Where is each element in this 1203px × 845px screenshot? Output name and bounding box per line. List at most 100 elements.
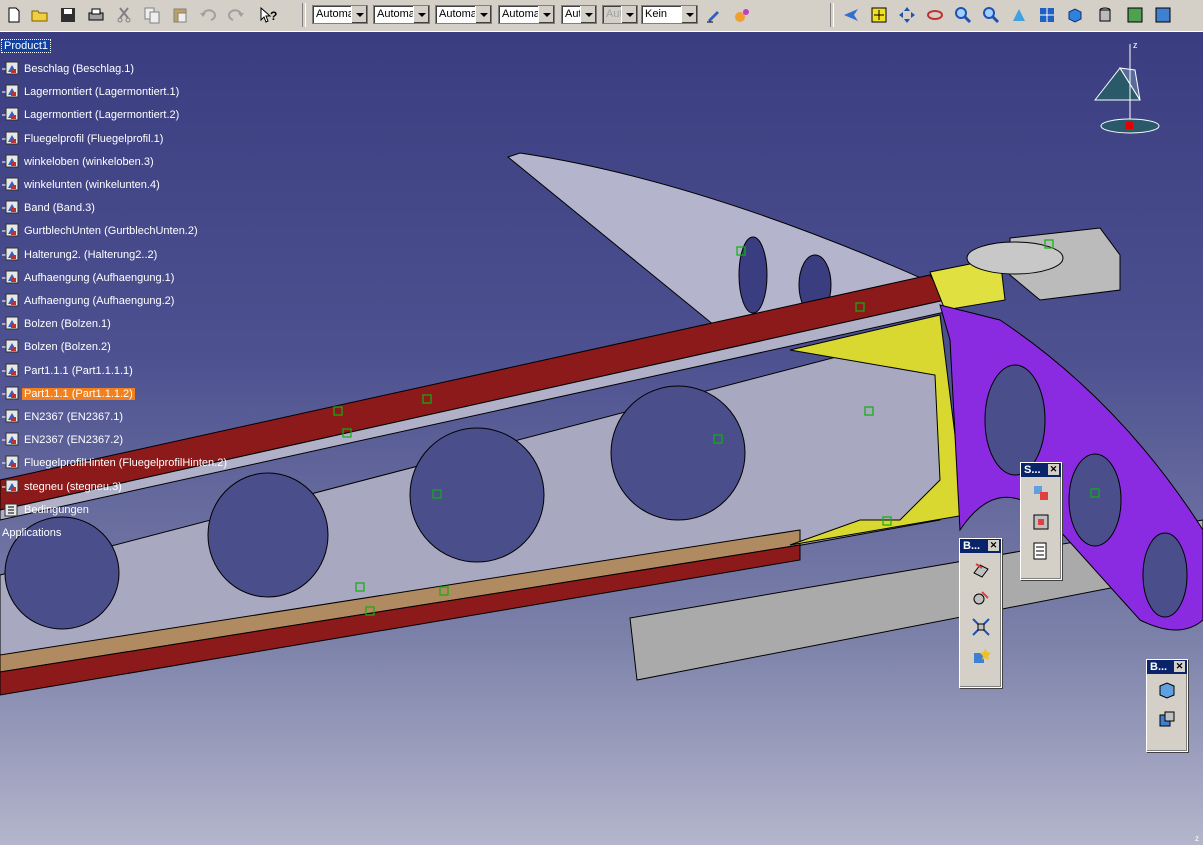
tree-node[interactable]: Lagermontiert (Lagermontiert.2) (2, 106, 181, 124)
palette-title[interactable]: B... ✕ (960, 539, 1001, 553)
close-icon[interactable]: ✕ (1174, 661, 1185, 672)
tree-node[interactable]: winkeloben (winkeloben.3) (2, 153, 156, 171)
fix-icon[interactable] (1028, 509, 1054, 535)
tree-node-label: GurtblechUnten (GurtblechUnten.2) (24, 225, 198, 238)
redo-icon[interactable] (225, 4, 247, 26)
properties-icon[interactable] (731, 4, 753, 26)
tree-node[interactable]: EN2367 (EN2367.2) (2, 431, 125, 449)
rotate-icon[interactable] (924, 4, 946, 26)
tree-node[interactable]: winkelunten (winkelunten.4) (2, 176, 162, 194)
tree-node[interactable]: GurtblechUnten (GurtblechUnten.2) (2, 222, 200, 240)
tree-root[interactable]: Product1 (0, 37, 52, 55)
tree-node-label: Band (Band.3) (24, 202, 95, 215)
zoom-in-icon[interactable] (952, 4, 974, 26)
axis-indicator: z (1195, 834, 1199, 843)
toolbar-separator (830, 3, 834, 27)
constraint-icon[interactable] (1028, 480, 1054, 506)
tree-node-label: Part1.1.1 (Part1.1.1.1) (24, 364, 133, 377)
tree-node[interactable]: Halterung2. (Halterung2..2) (2, 246, 159, 264)
tree-node-label: Fluegelprofil (Fluegelprofil.1) (24, 132, 164, 145)
chevron-down-icon[interactable] (351, 6, 367, 23)
linewidth-combo[interactable]: Automa (435, 5, 492, 24)
part-icon (2, 60, 20, 78)
part-icon (2, 199, 20, 217)
open-folder-icon[interactable] (29, 4, 51, 26)
chevron-down-icon (621, 6, 637, 23)
snap-icon[interactable] (968, 585, 994, 611)
3d-viewport[interactable]: z (0, 32, 1203, 845)
chevron-down-icon[interactable] (538, 6, 554, 23)
close-icon[interactable]: ✕ (988, 540, 999, 551)
zoom-out-icon[interactable] (980, 4, 1002, 26)
hide-show-icon[interactable] (1124, 4, 1146, 26)
toolbar-separator (302, 3, 306, 27)
chevron-down-icon[interactable] (413, 6, 429, 23)
tree-node[interactable]: Aufhaengung (Aufhaengung.1) (2, 269, 176, 287)
tree-node-label: winkeloben (winkeloben.3) (24, 155, 154, 168)
tree-node[interactable]: Part1.1.1 (Part1.1.1.1) (2, 362, 135, 380)
tree-node-label: Aufhaengung (Aufhaengung.1) (24, 271, 175, 284)
cut-icon[interactable] (113, 4, 135, 26)
part-icon (2, 246, 20, 264)
tree-node[interactable]: Bolzen (Bolzen.2) (2, 338, 113, 356)
close-icon[interactable]: ✕ (1048, 464, 1059, 475)
whats-this-icon[interactable]: ? (257, 4, 279, 26)
tree-node-label: Part1.1.1 (Part1.1.1.2) (22, 387, 135, 400)
tree-node[interactable]: EN2367 (EN2367.1) (2, 408, 125, 426)
tree-node-label: EN2367 (EN2367.1) (24, 411, 124, 423)
normal-view-icon[interactable] (1008, 4, 1030, 26)
pan-icon[interactable] (896, 4, 918, 26)
transparency-combo-value: Automa (377, 8, 415, 20)
painter-icon[interactable] (703, 4, 725, 26)
manipulate-icon[interactable] (968, 556, 994, 582)
undo-icon[interactable] (197, 4, 219, 26)
tree-node-label: FluegelprofilHinten (FluegelprofilHinten… (24, 457, 227, 470)
shading-icon[interactable] (1094, 4, 1116, 26)
tree-node-applications[interactable]: Applications (0, 524, 63, 542)
tree-node-constraints[interactable]: Bedingungen (2, 501, 91, 519)
tree-node[interactable]: Bolzen (Bolzen.1) (2, 315, 113, 333)
catalog-icon[interactable] (1028, 538, 1054, 564)
stop-manipulate-icon[interactable] (968, 643, 994, 669)
compass-icon[interactable]: z (1085, 40, 1165, 140)
explode-icon[interactable] (968, 614, 994, 640)
chevron-down-icon[interactable] (475, 6, 491, 23)
tree-node-label: Lagermontiert (Lagermontiert.1) (24, 86, 180, 99)
bom-icon[interactable] (1154, 677, 1180, 703)
print-icon[interactable] (85, 4, 107, 26)
new-file-icon[interactable] (3, 4, 25, 26)
point-combo[interactable]: Aut (561, 5, 597, 24)
part-icon (2, 338, 20, 356)
transparency-combo[interactable]: Automa (373, 5, 430, 24)
tree-node[interactable]: Beschlag (Beschlag.1) (2, 60, 136, 78)
assembly-model[interactable] (0, 32, 1203, 845)
part-icon (2, 454, 20, 472)
fly-mode-icon[interactable] (840, 4, 862, 26)
tree-node-label: stegneu (stegneu.3) (24, 480, 122, 493)
swap-space-icon[interactable] (1152, 4, 1174, 26)
fit-all-icon[interactable] (868, 4, 890, 26)
palette-title[interactable]: B... ✕ (1147, 660, 1187, 674)
chevron-down-icon[interactable] (580, 6, 596, 23)
layer-combo: Aut (602, 5, 638, 24)
paste-icon[interactable] (169, 4, 191, 26)
tree-node[interactable]: Band (Band.3) (2, 199, 97, 217)
tree-node[interactable]: Aufhaengung (Aufhaengung.2) (2, 292, 176, 310)
tree-node[interactable]: Fluegelprofil (Fluegelprofil.1) (2, 130, 165, 148)
chevron-down-icon[interactable] (681, 6, 697, 23)
save-icon[interactable] (57, 4, 79, 26)
svg-text:?: ? (270, 9, 277, 23)
copy-icon[interactable] (141, 4, 163, 26)
scene-icon[interactable] (1154, 706, 1180, 732)
tree-node[interactable]: FluegelprofilHinten (FluegelprofilHinten… (2, 454, 229, 472)
palette-title[interactable]: S... ✕ (1021, 463, 1061, 477)
part-icon (2, 222, 20, 240)
iso-view-icon[interactable] (1064, 4, 1086, 26)
rendering-combo[interactable]: Kein (641, 5, 698, 24)
multi-view-icon[interactable] (1036, 4, 1058, 26)
tree-node[interactable]: stegneu (stegneu.3) (2, 478, 124, 496)
linetype-combo[interactable]: Automa (498, 5, 555, 24)
color-combo[interactable]: Automa (312, 5, 368, 24)
tree-node[interactable]: Lagermontiert (Lagermontiert.1) (2, 83, 181, 101)
tree-node[interactable]: Part1.1.1 (Part1.1.1.2) (2, 385, 135, 403)
